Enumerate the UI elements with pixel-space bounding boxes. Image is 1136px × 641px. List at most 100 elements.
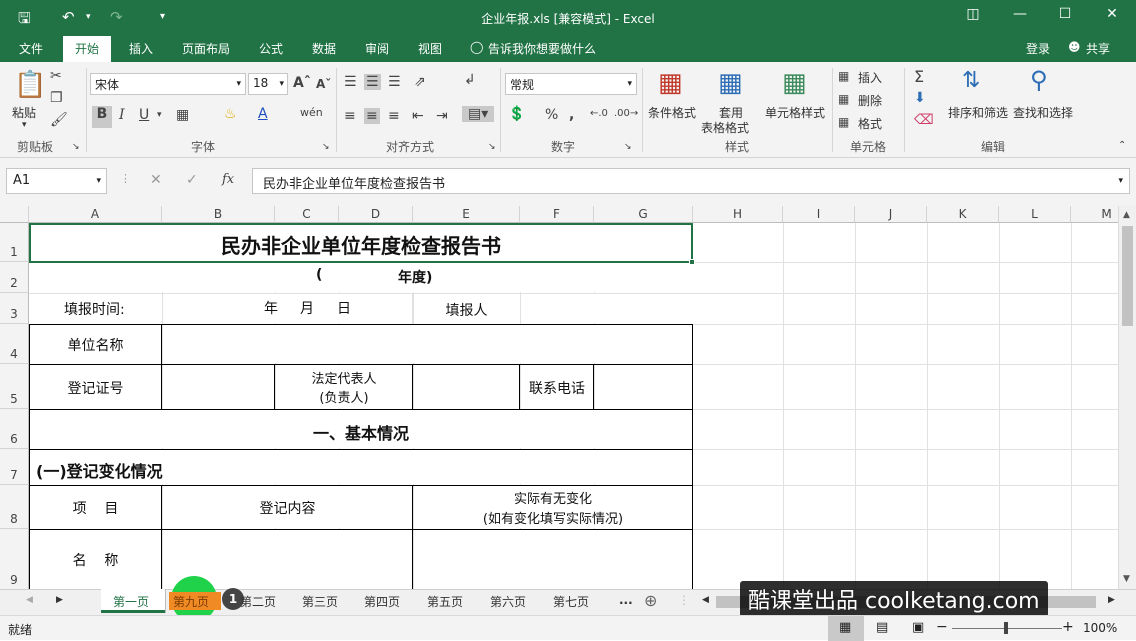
font-launcher-icon[interactable]: ↘ [322,142,330,152]
column-header-f[interactable]: F [520,206,594,223]
row-header-7[interactable]: 7 [0,449,29,485]
close-icon[interactable]: ✕ [1102,6,1122,22]
borders-icon[interactable]: ▦ [176,107,189,123]
phonetic-icon[interactable]: wén [300,106,323,119]
italic-button[interactable]: I [119,107,125,123]
row-header-9[interactable]: 9 [0,529,29,589]
hscroll-left-icon[interactable]: ◀ [702,595,709,605]
paste-icon[interactable]: 📋 [14,70,46,100]
zoom-slider-thumb[interactable] [1004,622,1008,634]
zoom-level[interactable]: 100% [1083,621,1117,635]
clear-icon[interactable]: ⌫ [914,112,934,128]
find-select-icon[interactable]: ⚲ [1030,66,1048,94]
sign-in-link[interactable]: 登录 [1026,40,1050,57]
sheet-tab-page4[interactable]: 第四页 [364,593,400,610]
align-center-icon[interactable]: ≡ [364,108,380,124]
cancel-icon[interactable]: ✕ [150,172,162,188]
zoom-in-icon[interactable]: + [1062,619,1074,635]
copy-icon[interactable]: ❐ [50,90,63,106]
zoom-out-icon[interactable]: − [936,619,948,635]
cell-styles-button[interactable]: 单元格样式 [765,104,825,121]
tab-page-layout[interactable]: 页面布局 [182,40,230,57]
tell-me-box[interactable]: 告诉我你想要做什么 [488,40,596,57]
align-right-icon[interactable]: ≡ [388,108,400,124]
row-header-5[interactable]: 5 [0,364,29,409]
percent-icon[interactable]: % [545,107,558,123]
column-header-h[interactable]: H [693,206,783,223]
tab-home[interactable]: 开始 [63,36,112,62]
tab-insert[interactable]: 插入 [129,40,153,57]
column-header-c[interactable]: C [275,206,339,223]
align-bottom-icon[interactable]: ☰ [388,74,401,90]
fill-handle[interactable] [689,259,695,265]
tab-review[interactable]: 审阅 [365,40,389,57]
format-as-table-button-line2[interactable]: 表格格式 [701,119,749,136]
tab-split-grip-icon[interactable]: ⋮ [678,593,690,607]
bold-button[interactable]: B [92,106,112,128]
more-sheets-button[interactable]: ... [619,593,633,607]
find-select-button[interactable]: 查找和选择 [1013,104,1073,121]
ribbon-display-icon[interactable]: ◫ [963,6,983,22]
tab-file[interactable]: 文件 [19,40,43,57]
column-header-l[interactable]: L [999,206,1071,223]
row-header-6[interactable]: 6 [0,409,29,449]
font-size-select[interactable]: 18 ▾ [248,73,288,95]
scroll-up-icon[interactable]: ▲ [1123,210,1130,220]
format-cells-button[interactable]: 格式 [858,115,882,132]
row-header-4[interactable]: 4 [0,324,29,364]
tab-scroll-right-icon[interactable]: ▶ [56,595,63,605]
formula-input[interactable]: 民办非企业单位年度检查报告书 ▾ [252,168,1130,194]
paste-button[interactable]: 粘贴 [12,104,36,121]
paste-dropdown-icon[interactable]: ▾ [22,120,27,130]
decrease-decimal-icon[interactable]: .00→ [614,108,638,119]
maximize-icon[interactable]: ☐ [1055,6,1075,22]
format-as-table-icon[interactable]: ▦ [718,68,743,98]
sheet-tab-page2[interactable]: 第二页 [240,593,276,610]
worksheet-grid[interactable]: A B C D E F G H I J K L M 1 2 3 4 5 6 7 … [0,206,1118,589]
insert-function-icon[interactable]: fx [222,172,234,187]
column-header-e[interactable]: E [413,206,520,223]
number-launcher-icon[interactable]: ↘ [624,142,632,152]
format-cells-icon[interactable]: ▦ [838,115,849,129]
fill-icon[interactable]: ⬇ [914,90,926,106]
column-header-d[interactable]: D [339,206,413,223]
row-header-2[interactable]: 2 [0,262,29,293]
normal-view-button[interactable]: ▦ [828,616,864,641]
column-header-k[interactable]: K [927,206,999,223]
conditional-format-button[interactable]: 条件格式 [648,104,696,121]
align-middle-icon[interactable]: ☰ [364,74,381,90]
sheet-tab-page1[interactable]: 第一页 [101,589,165,613]
conditional-format-icon[interactable]: ▦ [658,68,683,98]
name-box[interactable]: A1 ▾ [6,168,107,194]
column-header-g[interactable]: G [594,206,693,223]
enter-icon[interactable]: ✓ [186,172,198,188]
insert-cells-icon[interactable]: ▦ [838,69,849,83]
cut-icon[interactable]: ✂ [50,68,62,84]
sort-filter-button[interactable]: 排序和筛选 [948,104,1008,121]
clipboard-launcher-icon[interactable]: ↘ [72,142,80,152]
font-color-icon[interactable]: A [258,106,268,122]
scroll-down-icon[interactable]: ▼ [1123,574,1130,584]
row-header-8[interactable]: 8 [0,485,29,529]
delete-cells-icon[interactable]: ▦ [838,92,849,106]
column-header-i[interactable]: I [783,206,855,223]
align-left-icon[interactable]: ≡ [344,108,356,124]
sheet-tab-page9[interactable]: 第九页 [169,592,221,610]
row-header-1[interactable]: 1 [0,223,29,262]
hscroll-right-icon[interactable]: ▶ [1108,595,1115,605]
sheet-tab-page5[interactable]: 第五页 [427,593,463,610]
alignment-launcher-icon[interactable]: ↘ [488,142,496,152]
select-all-corner[interactable] [0,206,29,223]
tab-view[interactable]: 视图 [418,40,442,57]
column-header-a[interactable]: A [29,206,162,223]
accounting-format-icon[interactable]: 💲 [508,106,525,122]
share-icon[interactable]: ☻ [1068,40,1081,54]
column-header-m[interactable]: M [1071,206,1118,223]
tab-scroll-left-icon[interactable]: ◀ [26,595,33,605]
align-top-icon[interactable]: ☰ [344,74,357,90]
column-header-j[interactable]: J [855,206,927,223]
sheet-tab-page6[interactable]: 第六页 [490,593,526,610]
delete-cells-button[interactable]: 删除 [858,92,882,109]
increase-indent-icon[interactable]: ⇥ [436,108,448,124]
font-name-select[interactable]: 宋体 ▾ [90,73,246,95]
